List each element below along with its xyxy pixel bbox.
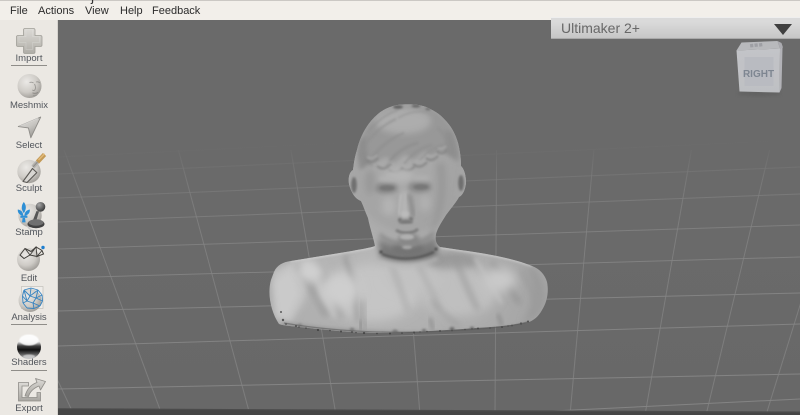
svg-text:RIGHT: RIGHT bbox=[743, 69, 774, 80]
